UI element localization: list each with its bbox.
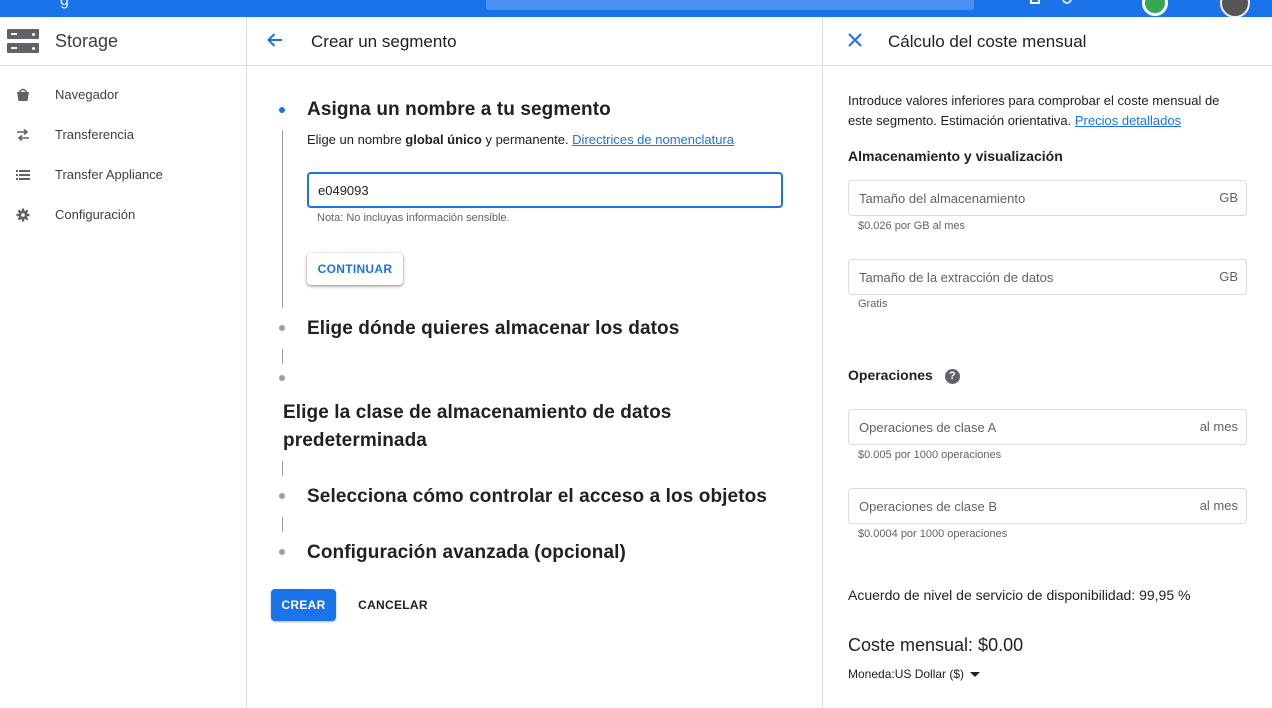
panel-title: Cálculo del coste mensual — [888, 32, 1087, 51]
naming-hint: Elige un nombre global único y permanent… — [307, 132, 735, 147]
step-title-continued[interactable]: predeterminada — [283, 430, 427, 452]
close-icon[interactable] — [844, 29, 866, 51]
step-connector — [282, 517, 283, 532]
class-a-operations-field[interactable]: Operaciones de clase A al mes — [848, 409, 1247, 445]
storage-size-field[interactable]: Tamaño del almacenamiento GB — [848, 180, 1247, 216]
sidebar-item-label: Navegador — [55, 87, 119, 102]
sensitive-info-note: Nota: No incluyas información sensible. — [317, 212, 510, 224]
sidebar-item-label: Transfer Appliance — [55, 167, 163, 182]
panel-header: Cálculo del coste mensual — [824, 17, 1272, 66]
monthly-cost: Coste mensual: $0.00 — [848, 635, 1024, 655]
currency-selector[interactable]: Moneda:US Dollar ($) — [848, 667, 981, 681]
dropdown-arrow-icon — [970, 672, 981, 678]
naming-guidelines-link[interactable]: Directrices de nomenclatura — [572, 132, 734, 147]
sidebar-header: Storage — [0, 17, 246, 66]
page-title: Crear un segmento — [311, 32, 457, 51]
sidebar-item-configuracion[interactable]: Configuración — [0, 195, 246, 235]
search-bar[interactable] — [486, 0, 974, 10]
egress-size-field[interactable]: Tamaño de la extracción de datos GB — [848, 259, 1247, 295]
class-b-price: $0.0004 por 1000 operaciones — [858, 528, 1008, 540]
step-connector — [282, 349, 283, 364]
sidebar-item-transferencia[interactable]: Transferencia — [0, 115, 246, 155]
sidebar-title: Storage — [55, 31, 119, 51]
step-indicator — [279, 549, 285, 555]
step-indicator — [279, 325, 285, 331]
step-title[interactable]: Elige la clase de almacenamiento de dato… — [283, 402, 671, 424]
gear-icon — [15, 207, 31, 223]
bucket-icon — [15, 87, 31, 103]
help-icon[interactable]: ? — [944, 368, 960, 384]
account-status-icon[interactable] — [1142, 0, 1168, 16]
step-title[interactable]: Configuración avanzada (opcional) — [307, 542, 626, 564]
continue-button[interactable]: CONTINUAR — [307, 253, 403, 285]
transfer-arrows-icon — [15, 127, 31, 143]
storage-icon — [7, 29, 39, 53]
storage-size-price: $0.026 por GB al mes — [858, 220, 966, 232]
pricing-details-link[interactable]: Precios detallados — [1075, 113, 1181, 128]
currency-value: US Dollar ($) — [894, 667, 965, 681]
step-connector — [282, 130, 283, 308]
section-title-operations: Operaciones? — [848, 367, 960, 384]
panel-header: Crear un segmento — [247, 17, 822, 66]
sidebar: Storage Navegador Transferencia Transfer… — [0, 17, 247, 708]
help-icon[interactable] — [1062, 0, 1072, 4]
step-indicator — [279, 375, 285, 381]
monthly-cost-panel: Cálculo del coste mensual Introduce valo… — [824, 17, 1272, 708]
class-a-price: $0.005 por 1000 operaciones — [858, 449, 1002, 461]
section-title-storage: Almacenamiento y visualización — [848, 148, 1063, 164]
class-b-operations-field[interactable]: Operaciones de clase B al mes — [848, 488, 1247, 524]
cost-intro: Introduce valores inferiores para compro… — [848, 93, 1220, 128]
sla-text: Acuerdo de nivel de servicio de disponib… — [848, 587, 1191, 603]
bucket-name-input[interactable] — [307, 172, 783, 208]
sidebar-item-transfer-appliance[interactable]: Transfer Appliance — [0, 155, 246, 195]
step-indicator — [279, 493, 285, 499]
avatar[interactable] — [1220, 0, 1250, 17]
sidebar-item-navegador[interactable]: Navegador — [0, 75, 246, 115]
sidebar-item-label: Transferencia — [55, 127, 134, 142]
cancel-button[interactable]: CANCELAR — [351, 589, 435, 621]
step-title[interactable]: Elige dónde quieres almacenar los datos — [307, 318, 679, 340]
notification-icon[interactable] — [1030, 0, 1040, 4]
app-bar-title: g — [60, 0, 69, 9]
step-indicator-active — [279, 107, 285, 113]
sidebar-item-label: Configuración — [55, 207, 136, 222]
step-title[interactable]: Asigna un nombre a tu segmento — [307, 99, 611, 121]
create-button[interactable]: CREAR — [271, 589, 336, 621]
step-title[interactable]: Selecciona cómo controlar el acceso a lo… — [307, 486, 767, 508]
step-connector — [282, 461, 283, 476]
list-icon — [15, 167, 31, 183]
create-bucket-panel: Crear un segmento Asigna un nombre a tu … — [247, 17, 823, 708]
back-arrow-icon[interactable] — [265, 30, 285, 50]
egress-price: Gratis — [858, 298, 888, 310]
top-app-bar: g — [0, 0, 1272, 17]
